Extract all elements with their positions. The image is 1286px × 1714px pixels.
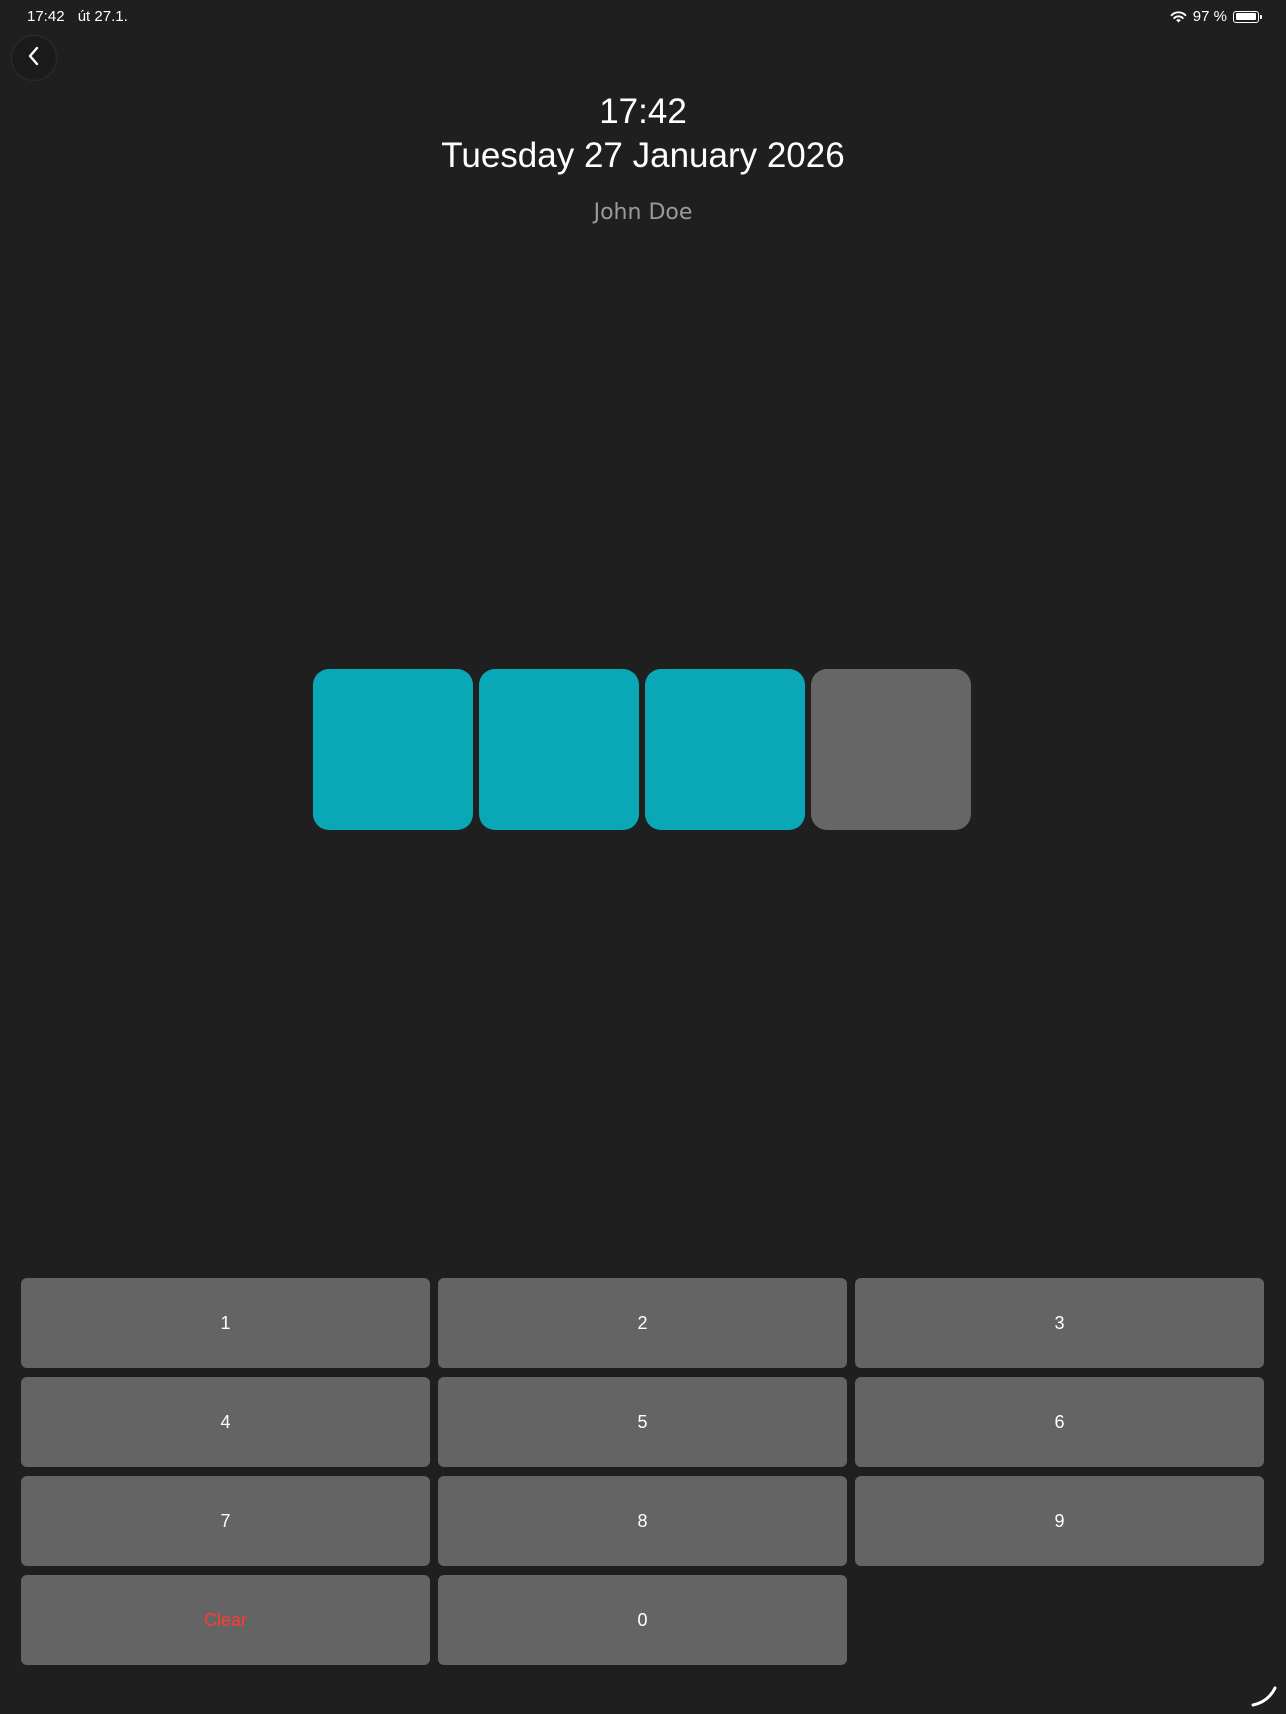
- key-2[interactable]: 2: [438, 1278, 847, 1368]
- key-3[interactable]: 3: [855, 1278, 1264, 1368]
- clear-button[interactable]: Clear: [21, 1575, 430, 1665]
- status-left: 17:42 út 27.1.: [27, 8, 137, 25]
- pin-digit-1: [313, 669, 473, 830]
- key-1[interactable]: 1: [21, 1278, 430, 1368]
- pin-digit-3: [645, 669, 805, 830]
- wifi-icon: [1170, 10, 1187, 23]
- pin-digit-4: [811, 669, 971, 830]
- status-date: út 27.1.: [77, 8, 128, 25]
- clock-date: Tuesday 27 January 2026: [441, 136, 845, 175]
- key-4[interactable]: 4: [21, 1377, 430, 1467]
- clock-time: 17:42: [599, 92, 687, 131]
- pin-indicator: [313, 669, 971, 830]
- key-7[interactable]: 7: [21, 1476, 430, 1566]
- corner-swipe-icon: [1250, 1678, 1280, 1708]
- status-right: 97 %: [1170, 8, 1262, 25]
- lock-header: 17:42 Tuesday 27 January 2026 John Doe: [0, 90, 1286, 225]
- battery-percent: 97 %: [1192, 8, 1227, 25]
- battery-icon: [1233, 10, 1262, 23]
- key-5[interactable]: 5: [438, 1377, 847, 1467]
- user-name: John Doe: [593, 200, 693, 225]
- pin-digit-2: [479, 669, 639, 830]
- key-9[interactable]: 9: [855, 1476, 1264, 1566]
- chevron-left-icon: [26, 45, 42, 72]
- back-button[interactable]: [11, 35, 57, 81]
- status-bar: 17:42 út 27.1. 97 %: [0, 0, 1286, 36]
- number-keypad: 1 2 3 4 5 6 7 8 9 Clear 0: [21, 1278, 1265, 1665]
- key-0[interactable]: 0: [438, 1575, 847, 1665]
- status-time: 17:42: [27, 8, 65, 25]
- key-6[interactable]: 6: [855, 1377, 1264, 1467]
- battery-fill: [1235, 13, 1256, 20]
- key-8[interactable]: 8: [438, 1476, 847, 1566]
